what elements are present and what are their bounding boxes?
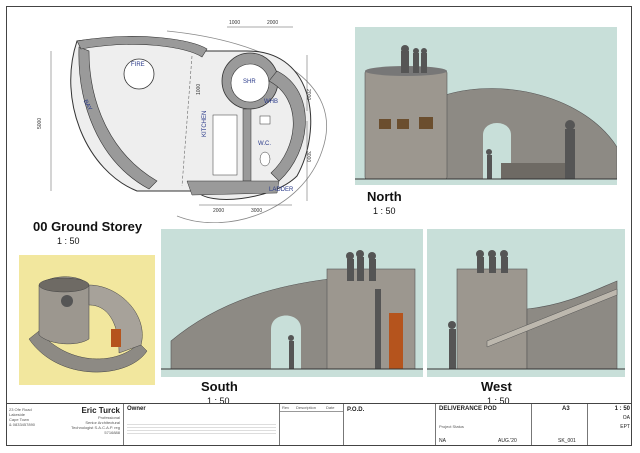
tb-address-4: & 0833457890: [9, 422, 36, 427]
tb-drawing-no: SK_001: [558, 438, 576, 444]
north-bench: [501, 163, 571, 179]
south-arch: [271, 315, 301, 369]
tb-date-header: Date: [326, 405, 335, 410]
tb-sheet-cell: A3 SK_001: [531, 404, 587, 445]
tb-drawn: OA: [622, 415, 630, 421]
plan-label-fire: FIRE: [131, 62, 145, 68]
west-tower: [456, 268, 528, 370]
bottom-wall: [186, 180, 280, 196]
tb-checked: EPT: [620, 424, 630, 430]
tb-project: DELIVERANCE POD: [439, 406, 497, 412]
kitchen-counter: [212, 114, 238, 176]
dim-2000-top: 2000: [267, 20, 279, 26]
north-window-1: [379, 119, 391, 129]
tb-project-cell: DELIVERANCE POD Project Status NA AUG.'2…: [435, 404, 531, 445]
dim-2000-bottom: 2000: [213, 208, 225, 214]
plan-label-kitchen: KITCHEN: [202, 110, 208, 137]
tb-client-cell: P.O.D.: [343, 404, 435, 445]
north-title: North: [367, 189, 402, 204]
plan-label-ladder: LADDER: [269, 187, 294, 193]
drawing-sheet: FIRE SHR WHB W.C. KITCHEN LADDER BAY 100…: [6, 6, 632, 446]
render-3d-view: [19, 255, 155, 385]
basin-fixture: [259, 115, 271, 125]
north-scale: 1 : 50: [373, 206, 396, 216]
tb-architect-name: Eric Turck: [81, 406, 120, 415]
south-title: South: [201, 379, 238, 394]
north-window-3: [419, 117, 433, 129]
tb-revisions-cell: Rev Description Date: [279, 404, 344, 445]
tb-desc-header: Description: [296, 405, 317, 410]
tb-owner-cell: Owner: [123, 404, 279, 445]
render-door: [111, 329, 121, 347]
tb-scale-cell: 1 : 50 OA EPT: [587, 404, 631, 445]
south-door: [389, 313, 403, 369]
title-block: 23 Ofe Road Lakeside Cape Town & 0833457…: [7, 403, 631, 445]
tb-scale: 1 : 50: [614, 406, 630, 412]
north-window-2: [397, 119, 409, 129]
tb-reg-no: 5716888: [104, 430, 120, 435]
plan-scale: 1 : 50: [57, 236, 80, 246]
south-curved-wall: [170, 278, 330, 370]
wc-fixture: [259, 151, 271, 167]
west-title: West: [481, 379, 512, 394]
tb-project-status-label: Project Status: [439, 424, 464, 429]
plan-label-shr: SHR: [243, 79, 256, 85]
tb-address-cell: 23 Ofe Road Lakeside Cape Town & 0833457…: [7, 404, 47, 445]
west-elevation: [427, 229, 625, 377]
tb-date: AUG.'20: [498, 438, 517, 444]
dim-2000-right: 2000: [305, 89, 311, 101]
plan-title: 00 Ground Storey: [33, 219, 143, 234]
tb-architect-cell: Eric Turck Professional Senior Architect…: [47, 404, 123, 445]
tb-owner-label: Owner: [127, 406, 146, 412]
north-elevation: [355, 27, 617, 185]
plan-label-wc: W.C.: [258, 141, 271, 147]
dim-1000-top: 1000: [229, 20, 241, 26]
partition-wall: [242, 108, 252, 182]
tb-rev-header: Rev: [282, 405, 290, 410]
tb-project-status: NA: [439, 438, 446, 444]
ground-floor-plan: FIRE SHR WHB W.C. KITCHEN LADDER BAY 100…: [17, 11, 335, 223]
dim-5000-left: 5000: [37, 117, 43, 129]
tb-sheet-size: A3: [562, 406, 570, 412]
plan-label-whb: WHB: [264, 99, 278, 105]
tb-client: P.O.D.: [347, 407, 365, 413]
dim-3000-right: 3000: [305, 151, 311, 163]
dim-3000-bottom: 3000: [251, 208, 263, 214]
dim-1000-left: 1000: [196, 83, 202, 95]
south-elevation: [161, 229, 423, 377]
